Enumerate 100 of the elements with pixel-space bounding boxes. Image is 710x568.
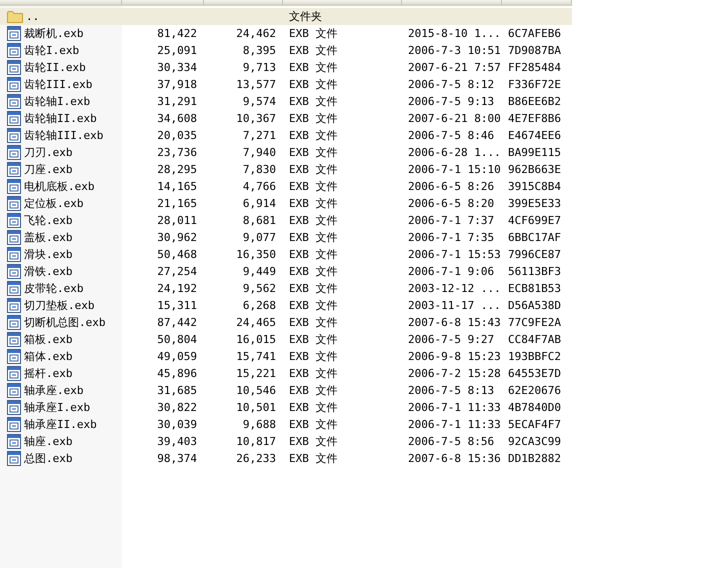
file-row[interactable]: 切断机总图.exb 87,442 24,465 EXB 文件 2007-6-8 15:43 77C9FE2A — [0, 314, 572, 331]
file-row[interactable]: 摇杆.exb 45,896 15,221 EXB 文件 2006-7-2 15:28 64553E7D — [0, 365, 572, 382]
column-header[interactable] — [204, 0, 283, 6]
file-row[interactable]: 箱板.exb 50,804 16,015 EXB 文件 2006-7-5 9:27 CC84F7AB — [0, 331, 572, 348]
modified-date: 2006-9-8 15:23 — [407, 350, 502, 363]
crc-value: CC84F7AB — [507, 333, 562, 346]
column-header[interactable] — [0, 0, 122, 6]
file-name: 齿轮II.exb — [24, 60, 86, 75]
file-name: 皮带轮.exb — [24, 281, 84, 296]
file-name: 摇杆.exb — [24, 366, 72, 381]
file-row[interactable]: 总图.exb 98,374 26,233 EXB 文件 2007-6-8 15:36 DD1B2882 — [0, 450, 572, 467]
file-name: 箱板.exb — [24, 332, 72, 347]
packed-size: 24,465 — [236, 316, 277, 329]
file-row[interactable]: 齿轮II.exb 30,334 9,713 EXB 文件 2007-6-21 7:57 FF285484 — [0, 59, 572, 76]
file-size: 49,059 — [157, 350, 198, 363]
file-size: 23,736 — [157, 146, 198, 159]
file-name: 滑铁.exb — [24, 264, 72, 279]
file-row[interactable]: 齿轮轴II.exb 34,608 10,367 EXB 文件 2007-6-21 8:00 4E7EF8B6 — [0, 110, 572, 127]
file-row[interactable]: 齿轮III.exb 37,918 13,577 EXB 文件 2006-7-5 8:12 F336F72E — [0, 76, 572, 93]
file-row[interactable]: 切刀垫板.exb 15,311 6,268 EXB 文件 2003-11-17 ... D56A538D — [0, 297, 572, 314]
file-row[interactable]: 定位板.exb 21,165 6,914 EXB 文件 2006-6-5 8:20 399E5E33 — [0, 195, 572, 212]
file-row[interactable]: 轴承座II.exb 30,039 9,688 EXB 文件 2006-7-1 11:33 5ECAF4F7 — [0, 416, 572, 433]
file-size: 14,165 — [157, 180, 198, 193]
file-size: 30,039 — [157, 418, 198, 431]
document-icon — [7, 400, 21, 415]
file-row[interactable]: 皮带轮.exb 24,192 9,562 EXB 文件 2003-12-12 ... ECB81B53 — [0, 280, 572, 297]
column-header[interactable] — [402, 0, 502, 6]
file-row[interactable]: 裁断机.exb 81,422 24,462 EXB 文件 2015-8-10 1... 6C7AFEB6 — [0, 25, 572, 42]
packed-size: 6,914 — [242, 197, 277, 210]
file-type: EXB 文件 — [288, 196, 338, 211]
modified-date: 2007-6-21 7:57 — [407, 61, 502, 74]
file-size: 37,918 — [157, 78, 198, 91]
packed-size: 10,817 — [236, 435, 277, 448]
crc-value: 6C7AFEB6 — [507, 27, 562, 40]
column-header[interactable] — [283, 0, 402, 6]
file-type: EXB 文件 — [288, 77, 338, 92]
modified-date: 2006-7-5 9:13 — [407, 95, 496, 108]
file-name: 齿轮I.exb — [24, 43, 80, 58]
packed-size: 9,688 — [242, 418, 277, 431]
crc-value: 3915C8B4 — [507, 180, 562, 193]
file-type: EXB 文件 — [288, 400, 338, 415]
file-row[interactable]: 电机底板.exb 14,165 4,766 EXB 文件 2006-6-5 8:26 3915C8B4 — [0, 178, 572, 195]
file-type: EXB 文件 — [288, 366, 338, 381]
crc-value: 62E20676 — [507, 384, 562, 397]
file-name: 电机底板.exb — [24, 179, 94, 194]
crc-value: 56113BF3 — [507, 265, 562, 278]
file-row[interactable]: 齿轮轴III.exb 20,035 7,271 EXB 文件 2006-7-5 8:46 E4674EE6 — [0, 127, 572, 144]
crc-value: FF285484 — [507, 61, 562, 74]
file-size: 20,035 — [157, 129, 198, 142]
file-row[interactable]: 刀座.exb 28,295 7,830 EXB 文件 2006-7-1 15:10 962B663E — [0, 161, 572, 178]
modified-date: 2006-6-5 8:26 — [407, 180, 496, 193]
modified-date: 2006-7-1 7:35 — [407, 231, 496, 244]
file-row[interactable]: 齿轮I.exb 25,091 8,395 EXB 文件 2006-7-3 10:51 7D9087BA — [0, 42, 572, 59]
file-row[interactable]: 飞轮.exb 28,011 8,681 EXB 文件 2006-7-1 7:37 4CF699E7 — [0, 212, 572, 229]
packed-size: 13,577 — [236, 78, 277, 91]
file-name: 飞轮.exb — [24, 213, 72, 228]
document-icon — [7, 451, 21, 466]
document-icon — [7, 60, 21, 75]
packed-size: 24,462 — [236, 27, 277, 40]
modified-date: 2006-7-5 8:12 — [407, 78, 496, 91]
column-header[interactable] — [502, 0, 572, 6]
file-size: 21,165 — [157, 197, 198, 210]
file-size: 28,011 — [157, 214, 198, 227]
modified-date: 2007-6-8 15:36 — [407, 452, 502, 465]
file-row[interactable]: 齿轮轴I.exb 31,291 9,574 EXB 文件 2006-7-5 9:13 B86EE6B2 — [0, 93, 572, 110]
packed-size: 9,574 — [242, 95, 277, 108]
crc-value: 962B663E — [507, 163, 562, 176]
file-type: EXB 文件 — [288, 162, 338, 177]
column-header[interactable] — [122, 0, 204, 6]
file-row[interactable]: 轴座.exb 39,403 10,817 EXB 文件 2006-7-5 8:56 92CA3C99 — [0, 433, 572, 450]
packed-size: 26,233 — [236, 452, 277, 465]
document-icon — [7, 332, 21, 347]
file-size: 98,374 — [157, 452, 198, 465]
file-row[interactable]: 轴承座.exb 31,685 10,546 EXB 文件 2006-7-5 8:13 62E20676 — [0, 382, 572, 399]
file-row[interactable]: 箱体.exb 49,059 15,741 EXB 文件 2006-9-8 15:23 193BBFC2 — [0, 348, 572, 365]
folder-row[interactable]: .. 文件夹 — [0, 8, 572, 25]
file-row[interactable]: 轴承座I.exb 30,822 10,501 EXB 文件 2006-7-1 11:33 4B7840D0 — [0, 399, 572, 416]
document-icon — [7, 349, 21, 364]
file-type: EXB 文件 — [288, 417, 338, 432]
crc-value: E4674EE6 — [507, 129, 562, 142]
file-row[interactable]: 刀刃.exb 23,736 7,940 EXB 文件 2006-6-28 1... BA99E115 — [0, 144, 572, 161]
file-row[interactable]: 盖板.exb 30,962 9,077 EXB 文件 2006-7-1 7:35 6BBC17AF — [0, 229, 572, 246]
file-type: EXB 文件 — [288, 128, 338, 143]
document-icon — [7, 213, 21, 228]
file-type: EXB 文件 — [288, 179, 338, 194]
modified-date: 2003-12-12 ... — [407, 282, 502, 295]
modified-date: 2006-7-5 8:56 — [407, 435, 496, 448]
packed-size: 16,015 — [236, 333, 277, 346]
file-type: EXB 文件 — [288, 60, 338, 75]
packed-size: 7,940 — [242, 146, 277, 159]
file-row[interactable]: 滑块.exb 50,468 16,350 EXB 文件 2006-7-1 15:53 7996CE87 — [0, 246, 572, 263]
document-icon — [7, 145, 21, 160]
modified-date: 2006-6-28 1... — [407, 146, 502, 159]
document-icon — [7, 247, 21, 262]
file-size: 30,334 — [157, 61, 198, 74]
document-icon — [7, 417, 21, 432]
packed-size: 8,681 — [242, 214, 277, 227]
packed-size: 9,562 — [242, 282, 277, 295]
file-row[interactable]: 滑铁.exb 27,254 9,449 EXB 文件 2006-7-1 9:06 56113BF3 — [0, 263, 572, 280]
file-name: 轴承座.exb — [24, 383, 84, 398]
